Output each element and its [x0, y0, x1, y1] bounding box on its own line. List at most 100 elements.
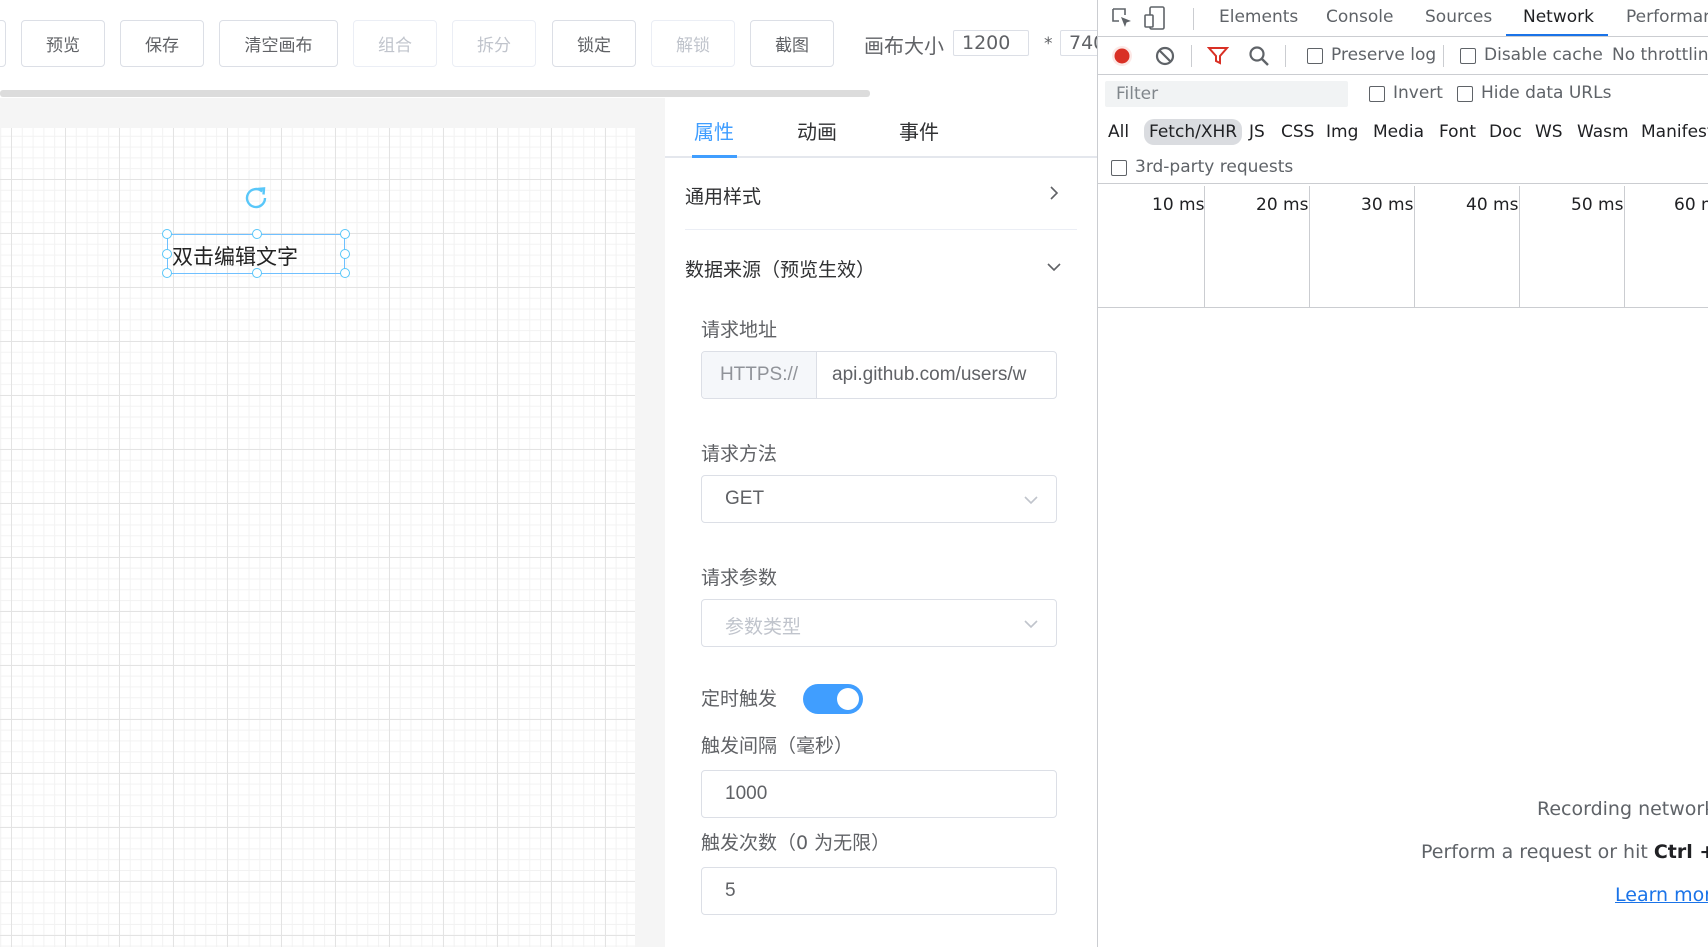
tab-sources[interactable]: Sources [1425, 7, 1492, 27]
resize-handle-top[interactable] [252, 229, 262, 239]
tab-console[interactable]: Console [1326, 7, 1394, 27]
empty-hint-shortcut: Ctrl + I [1653, 841, 1708, 863]
toolbar: 预览 保存 清空画布 组合 拆分 锁定 解锁 截图 画布大小 1200 * 74… [0, 0, 1097, 90]
tab-properties[interactable]: 属性 [694, 116, 734, 145]
unlock-button[interactable]: 解锁 [651, 20, 735, 67]
resize-handle-right[interactable] [340, 249, 350, 259]
inspect-element-icon[interactable] [1110, 6, 1134, 30]
clear-canvas-button[interactable]: 清空画布 [219, 20, 338, 67]
ungroup-button[interactable]: 拆分 [452, 20, 536, 67]
canvas-width-input[interactable]: 1200 [953, 30, 1029, 56]
filter-type-js[interactable]: JS [1244, 119, 1270, 145]
request-params-placeholder: 参数类型 [725, 617, 802, 638]
tab-animation[interactable]: 动画 [797, 116, 837, 145]
timeline-gridline [1624, 186, 1625, 308]
timer-trigger-label: 定时触发 [701, 688, 778, 710]
filter-type-wasm[interactable]: Wasm [1572, 119, 1634, 145]
horizontal-scrollbar[interactable] [0, 90, 870, 97]
filter-type-css[interactable]: CSS [1276, 119, 1319, 145]
url-value[interactable]: api.github.com/users/w [832, 364, 1042, 386]
filter-type-fetch-xhr[interactable]: Fetch/XHR [1144, 119, 1243, 145]
empty-state-hint: Perform a request or hit Ctrl + I [1421, 841, 1708, 863]
filter-type-media[interactable]: Media [1368, 119, 1429, 145]
hide-data-urls-label[interactable]: Hide data URLs [1481, 83, 1611, 103]
group-button[interactable]: 组合 [353, 20, 437, 67]
active-tab-indicator [692, 155, 737, 158]
resize-handle-bottom-right[interactable] [340, 268, 350, 278]
resize-handle-top-left[interactable] [162, 229, 172, 239]
toolbar-separator [1285, 45, 1286, 67]
devtools-tab-bar: Elements Console Sources Network Perform… [1098, 0, 1708, 37]
disable-cache-label[interactable]: Disable cache [1484, 45, 1603, 65]
resize-handle-top-right[interactable] [340, 229, 350, 239]
request-url-label: 请求地址 [701, 319, 778, 341]
chevron-down-icon[interactable] [1045, 258, 1063, 276]
trigger-interval-label: 触发间隔（毫秒） [701, 735, 854, 757]
attribute-panel: 属性 动画 事件 通用样式 数据来源（预览生效） 请求地址 HTTPS:// a… [665, 98, 1097, 947]
canvas-size-label: 画布大小 [864, 34, 944, 58]
resize-handle-left[interactable] [162, 249, 172, 259]
switch-knob [837, 688, 859, 710]
text-component-content: 双击编辑文字 [172, 245, 298, 269]
filter-type-img[interactable]: Img [1321, 119, 1363, 145]
filter-type-all[interactable]: All [1103, 119, 1134, 145]
canvas-size-separator: * [1044, 34, 1053, 54]
chevron-down-icon [1024, 496, 1038, 505]
third-party-label[interactable]: 3rd-party requests [1135, 157, 1293, 177]
resize-handle-bottom-left[interactable] [162, 268, 172, 278]
filter-icon[interactable] [1207, 46, 1229, 66]
trigger-count-value: 5 [725, 880, 736, 901]
hide-data-urls-checkbox[interactable] [1457, 86, 1473, 102]
rotate-icon[interactable] [241, 183, 271, 213]
text-component[interactable]: 双击编辑文字 [162, 229, 350, 278]
timeline-tick-label: 30 ms [1361, 195, 1414, 215]
tab-elements[interactable]: Elements [1219, 7, 1298, 27]
timeline-tick-label: 10 ms [1152, 195, 1205, 215]
preview-button[interactable]: 预览 [21, 20, 105, 67]
trigger-count-input[interactable]: 5 [701, 867, 1057, 915]
filter-type-doc[interactable]: Doc [1484, 119, 1527, 145]
device-toolbar-icon[interactable] [1143, 5, 1167, 31]
trigger-count-label: 触发次数（0 为无限） [701, 832, 891, 854]
timeline-gridline [1519, 186, 1520, 308]
section-divider [685, 229, 1077, 230]
canvas-height-input[interactable]: 740 [1060, 30, 1097, 56]
request-params-select[interactable]: 参数类型 [701, 599, 1057, 647]
collapse-data-source[interactable]: 数据来源（预览生效） [685, 255, 875, 282]
filter-type-font[interactable]: Font [1434, 119, 1481, 145]
timer-trigger-switch[interactable] [803, 684, 863, 714]
invert-checkbox[interactable] [1369, 86, 1385, 102]
lock-button[interactable]: 锁定 [552, 20, 636, 67]
filter-type-ws[interactable]: WS [1530, 119, 1568, 145]
disable-cache-checkbox[interactable] [1460, 48, 1476, 64]
save-button[interactable]: 保存 [120, 20, 204, 67]
trigger-interval-input[interactable]: 1000 [701, 770, 1057, 818]
cut-off-button[interactable] [0, 20, 6, 67]
request-params-label: 请求参数 [701, 567, 778, 589]
filter-input[interactable]: Filter [1105, 81, 1348, 107]
invert-label[interactable]: Invert [1393, 83, 1443, 103]
tab-separator [1193, 8, 1194, 30]
editor-canvas-grid[interactable]: 双击编辑文字 [0, 128, 635, 947]
third-party-checkbox[interactable] [1111, 160, 1127, 176]
throttling-select[interactable]: No throttlin [1612, 45, 1708, 65]
filter-type-manifest[interactable]: Manifest [1636, 119, 1708, 145]
chevron-right-icon[interactable] [1045, 184, 1063, 202]
preserve-log-checkbox[interactable] [1307, 48, 1323, 64]
tab-network[interactable]: Network [1523, 7, 1594, 27]
record-icon[interactable] [1111, 45, 1133, 67]
request-method-select[interactable]: GET [701, 475, 1057, 523]
search-icon[interactable] [1248, 45, 1270, 67]
resize-handle-bottom[interactable] [252, 268, 262, 278]
toolbar-separator [1443, 45, 1444, 67]
network-timeline-overview[interactable]: 10 ms 20 ms 30 ms 40 ms 50 ms 60 m [1098, 186, 1708, 308]
collapse-common-style[interactable]: 通用样式 [685, 182, 761, 209]
request-url-input[interactable]: HTTPS:// api.github.com/users/w [701, 351, 1057, 399]
clear-icon[interactable] [1154, 45, 1176, 67]
tab-performance[interactable]: Performan [1626, 7, 1708, 27]
timeline-tick-label: 20 ms [1256, 195, 1309, 215]
learn-more-link[interactable]: Learn mor [1615, 884, 1708, 906]
screenshot-button[interactable]: 截图 [750, 20, 834, 67]
preserve-log-label[interactable]: Preserve log [1331, 45, 1436, 65]
tab-events[interactable]: 事件 [899, 116, 939, 145]
